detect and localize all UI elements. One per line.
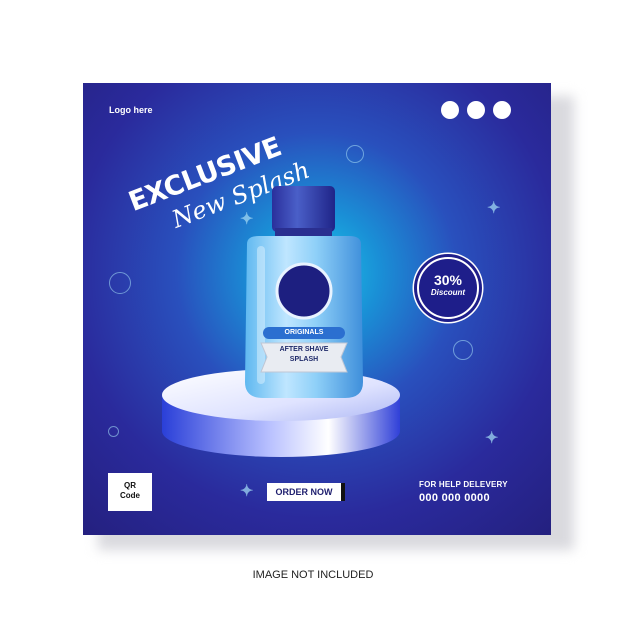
qr-label-line2: Code: [120, 491, 140, 500]
qr-label-line1: QR: [124, 481, 136, 490]
bottle-illustration: [245, 186, 363, 398]
logo-placeholder: Logo here: [109, 105, 153, 115]
help-phone-number: 000 000 0000: [419, 492, 490, 504]
bottle-label-splash: SPLASH: [289, 356, 319, 363]
qr-code-placeholder: QR Code: [108, 473, 152, 511]
circle-decoration-icon: [108, 426, 119, 437]
promo-card: Logo here EXCLUSIVE New Splash ✦ ✦ ✦ ✦ 3…: [83, 83, 551, 535]
dot-icon: [441, 101, 459, 119]
help-delivery-label: FOR HELP DELEVERY: [419, 480, 508, 489]
dot-icon: [493, 101, 511, 119]
circle-decoration-icon: [109, 272, 131, 294]
plus-sparkle-icon: ✦: [487, 200, 501, 217]
order-now-button[interactable]: ORDER NOW: [267, 483, 341, 501]
circle-decoration-icon: [453, 340, 473, 360]
three-dots-icon[interactable]: [441, 101, 511, 119]
bottle-label-originals: ORIGINALS: [284, 329, 324, 336]
discount-label: Discount: [430, 288, 466, 297]
circle-decoration-icon: [346, 145, 364, 163]
dot-icon: [467, 101, 485, 119]
plus-sparkle-icon: ✦: [485, 430, 499, 447]
discount-badge: 30% Discount: [417, 257, 479, 319]
discount-percent: 30%: [433, 272, 463, 288]
plus-sparkle-icon: ✦: [240, 483, 254, 500]
image-not-included-note: IMAGE NOT INCLUDED: [252, 569, 374, 581]
bottle-label-after-shave: AFTER SHAVE: [279, 346, 329, 353]
